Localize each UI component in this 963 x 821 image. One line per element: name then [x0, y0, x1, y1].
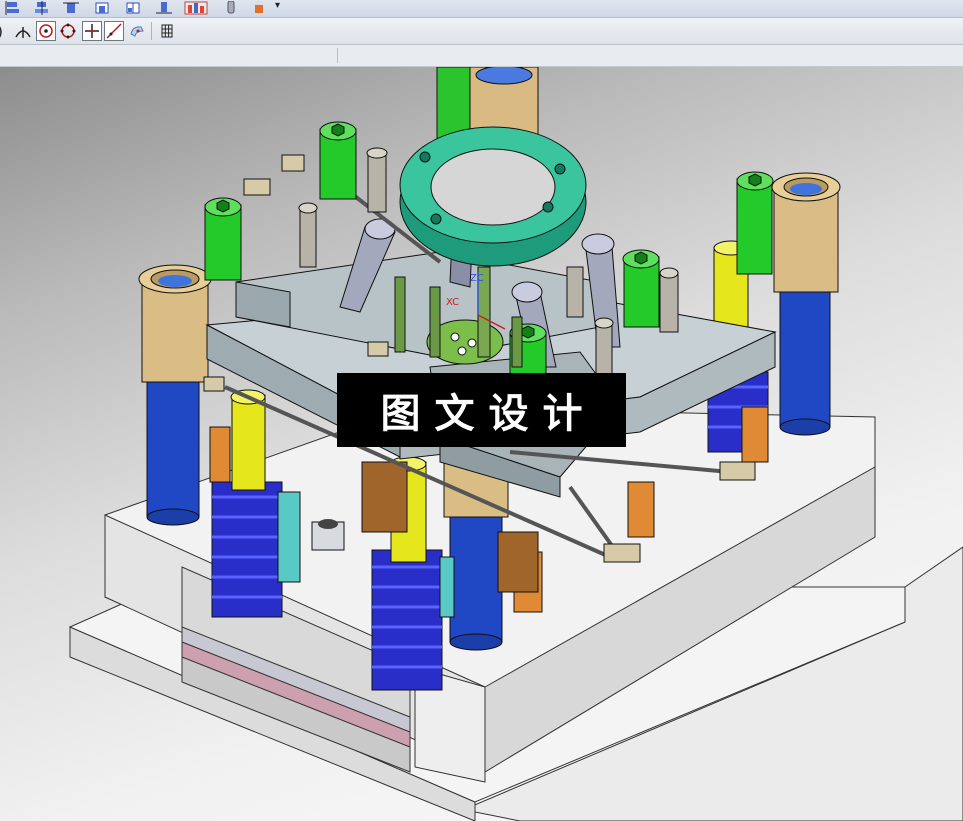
axis-zc-label: ZC	[470, 273, 484, 284]
toolbar-dropdown-icon[interactable]: ▾	[275, 0, 280, 11]
guide-pillar-right	[771, 172, 841, 436]
intersection-icon[interactable]	[82, 21, 102, 41]
snap-point-toolbar	[0, 18, 963, 45]
align-left-icon[interactable]	[4, 0, 22, 15]
toolbar-separator	[151, 22, 152, 40]
align-top-icon[interactable]	[62, 0, 80, 14]
grid-icon[interactable]	[157, 21, 177, 41]
quadrant-point-icon[interactable]	[58, 21, 78, 41]
status-bar-divider	[337, 48, 338, 63]
bar-chart-icon[interactable]	[184, 0, 208, 15]
graphics-viewport[interactable]: XC ZC 图文设计	[0, 67, 963, 821]
cylinder-icon[interactable]	[250, 0, 268, 14]
view-front-icon[interactable]	[93, 0, 111, 14]
align-center-icon[interactable]	[33, 0, 51, 15]
status-bar	[0, 45, 963, 67]
locating-ring	[399, 126, 587, 267]
perpendicular-icon[interactable]	[13, 21, 33, 41]
line-point-icon[interactable]	[104, 21, 124, 41]
return-spring-left	[211, 389, 283, 618]
watermark-text: 图文设计	[380, 390, 597, 437]
bolt-icon[interactable]	[222, 0, 240, 14]
arc-icon[interactable]	[0, 21, 14, 41]
surface-point-icon[interactable]	[127, 21, 147, 41]
align-bottom-icon[interactable]	[155, 0, 173, 14]
watermark-banner: 图文设计	[337, 373, 626, 447]
top-toolbar: ▾	[0, 0, 963, 18]
center-point-icon[interactable]	[36, 21, 56, 41]
view-split-icon[interactable]	[124, 0, 142, 14]
axis-xc-label: XC	[446, 297, 459, 308]
